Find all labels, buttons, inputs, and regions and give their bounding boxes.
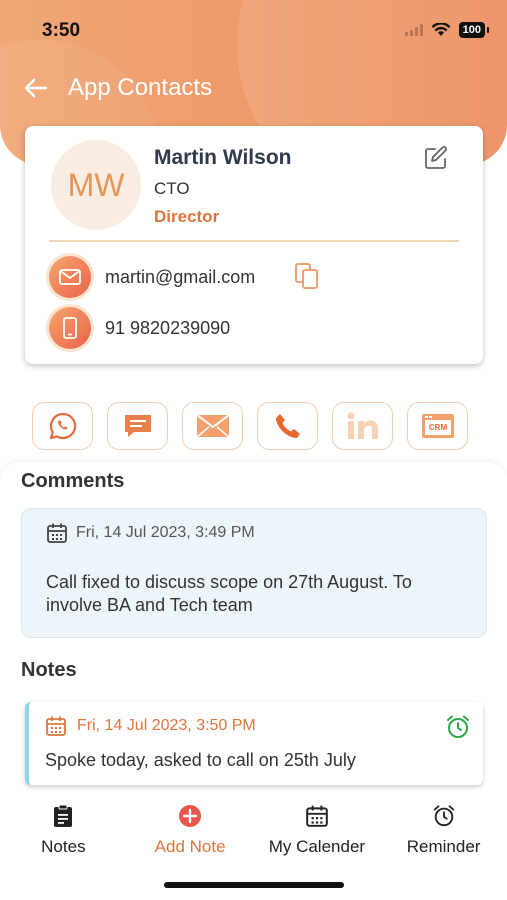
note-item[interactable]: Fri, 14 Jul 2023, 3:50 PM Spoke today, a… bbox=[25, 702, 483, 785]
linkedin-button[interactable] bbox=[332, 402, 393, 450]
calendar-icon bbox=[46, 716, 66, 736]
contact-phone[interactable]: 91 9820239090 bbox=[105, 318, 230, 339]
svg-text:CRM: CRM bbox=[428, 423, 447, 432]
note-text: Spoke today, asked to call on 25th July bbox=[45, 750, 356, 770]
copy-icon[interactable] bbox=[293, 262, 321, 290]
avatar: MW bbox=[51, 140, 141, 230]
linkedin-icon bbox=[347, 412, 378, 439]
calendar-icon bbox=[47, 523, 67, 543]
arrow-left-icon[interactable] bbox=[22, 74, 50, 102]
clipboard-icon bbox=[50, 803, 76, 829]
tab-reminder-label: Reminder bbox=[406, 837, 481, 856]
note-date-text: Fri, 14 Jul 2023, 3:50 PM bbox=[77, 717, 256, 734]
tab-add-note-label: Add Note bbox=[154, 837, 226, 856]
contact-role: CTO bbox=[154, 179, 190, 198]
contact-email[interactable]: martin@gmail.com bbox=[105, 267, 255, 288]
tab-notes-label: Notes bbox=[41, 837, 86, 856]
page-title: App Contacts bbox=[68, 74, 213, 101]
whatsapp-button[interactable] bbox=[32, 402, 93, 450]
note-date: Fri, 14 Jul 2023, 3:50 PM bbox=[45, 715, 256, 737]
tab-notes[interactable]: Notes bbox=[0, 795, 127, 870]
signal-icon bbox=[404, 24, 423, 36]
call-button[interactable] bbox=[257, 402, 318, 450]
email-button[interactable] bbox=[182, 402, 243, 450]
contact-name: Martin Wilson bbox=[154, 146, 292, 169]
tab-add-note[interactable]: Add Note bbox=[127, 795, 254, 870]
status-time: 3:50 bbox=[42, 20, 81, 41]
alarm-clock-icon bbox=[431, 803, 457, 829]
status-bar: 3:50 100 bbox=[0, 0, 507, 60]
card-divider bbox=[49, 240, 459, 242]
comment-text: Call fixed to discuss scope on 27th Augu… bbox=[46, 572, 412, 615]
home-indicator[interactable] bbox=[164, 882, 344, 888]
phone-row[interactable]: 91 9820239090 bbox=[49, 307, 230, 349]
tab-reminder[interactable]: Reminder bbox=[380, 795, 507, 870]
sms-button[interactable] bbox=[107, 402, 168, 450]
mail-icon bbox=[49, 256, 91, 298]
tab-my-calender[interactable]: My Calender bbox=[254, 795, 381, 870]
comment-date-text: Fri, 14 Jul 2023, 3:49 PM bbox=[76, 524, 255, 541]
wifi-icon bbox=[431, 23, 451, 36]
contact-card: MW Martin Wilson CTO Director martin@gma… bbox=[25, 126, 483, 364]
notes-heading: Notes bbox=[21, 659, 77, 681]
bottom-tab-bar: Notes Add Note My Calender Reminder bbox=[0, 795, 507, 870]
nav-bar: App Contacts bbox=[22, 74, 212, 102]
sms-icon bbox=[124, 415, 151, 437]
crm-icon: CRM bbox=[421, 414, 454, 438]
battery-indicator: 100 bbox=[458, 22, 490, 38]
calendar-icon bbox=[304, 803, 330, 829]
mobile-phone-icon bbox=[49, 307, 91, 349]
contact-designation: Director bbox=[154, 207, 220, 226]
whatsapp-icon bbox=[49, 412, 76, 440]
comment-date: Fri, 14 Jul 2023, 3:49 PM bbox=[46, 522, 255, 544]
action-buttons: CRM bbox=[32, 402, 468, 450]
comments-heading: Comments bbox=[21, 470, 125, 492]
crm-button[interactable]: CRM bbox=[407, 402, 468, 450]
phone-icon bbox=[275, 414, 300, 438]
email-row[interactable]: martin@gmail.com bbox=[49, 256, 255, 298]
email-icon bbox=[195, 414, 230, 438]
comment-item[interactable]: Fri, 14 Jul 2023, 3:49 PM Call fixed to … bbox=[21, 508, 487, 638]
alarm-icon[interactable] bbox=[445, 714, 471, 740]
plus-circle-icon bbox=[177, 803, 203, 829]
status-icons: 100 bbox=[404, 22, 490, 38]
tab-my-calender-label: My Calender bbox=[268, 837, 366, 856]
edit-icon[interactable] bbox=[423, 145, 449, 171]
